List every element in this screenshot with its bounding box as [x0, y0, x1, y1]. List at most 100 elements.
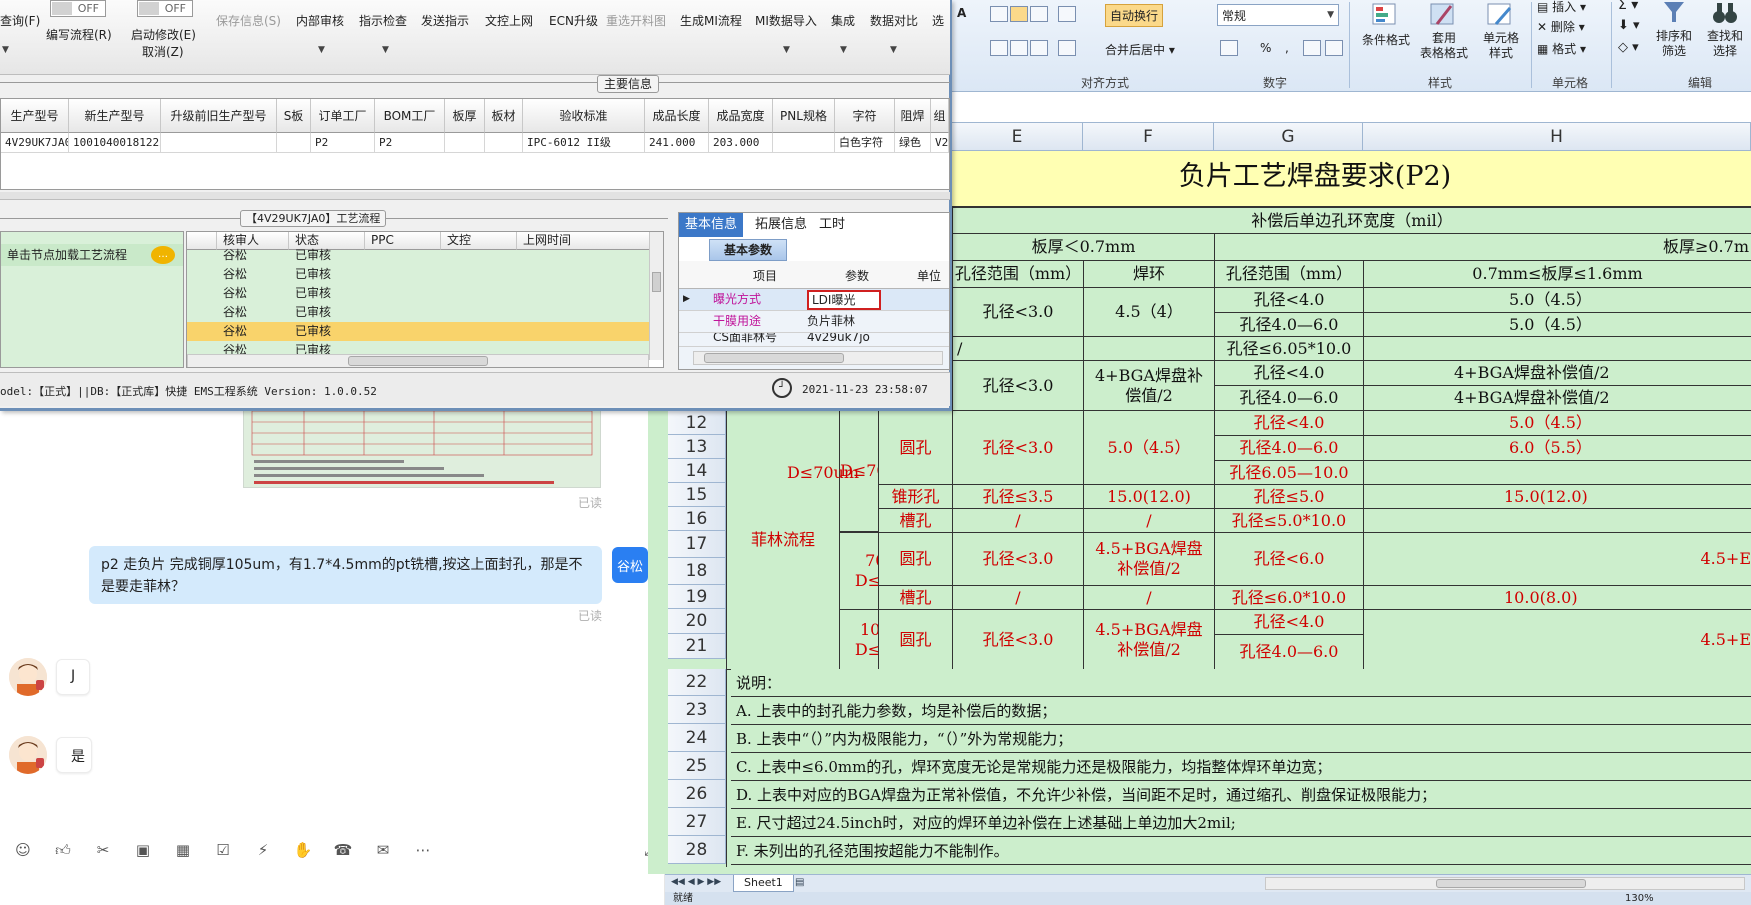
grid-cell[interactable]: 绿色: [895, 133, 931, 153]
cell-r1-h2[interactable]: 5.0（4.5）: [1363, 312, 1751, 337]
align-bottom-icon[interactable]: [1030, 6, 1048, 22]
comma-button[interactable]: ,: [1285, 41, 1289, 55]
row-header-18[interactable]: 18: [668, 558, 726, 585]
table-format-button[interactable]: 套用 表格格式: [1415, 2, 1473, 68]
increase-decimal-icon[interactable]: [1303, 40, 1321, 56]
grid-cell[interactable]: [161, 133, 277, 153]
cell-c-h[interactable]: 4.5+E: [1363, 609, 1751, 670]
grid-cell[interactable]: [445, 133, 485, 153]
grid-cell[interactable]: P2: [375, 133, 445, 153]
cell-bs-f[interactable]: /: [1083, 585, 1215, 610]
cell-r3-e[interactable]: 孔径<3.0: [952, 360, 1084, 411]
cell-slot-h[interactable]: [1363, 336, 1751, 361]
grid-header[interactable]: 生产型号: [1, 99, 69, 133]
cell-thick-range[interactable]: 0.7mm≤板厚≤1.6mm: [1363, 260, 1751, 288]
cell-a-e[interactable]: 孔径<3.0: [952, 410, 1084, 485]
insert-button[interactable]: ▤ 插入 ▾: [1537, 0, 1586, 15]
cell-a-g2[interactable]: 孔径4.0—6.0: [1214, 435, 1364, 461]
flow-hscroll-thumb[interactable]: [348, 356, 488, 366]
cell-a-g3[interactable]: 孔径6.05—10.0: [1214, 460, 1364, 485]
grid-header[interactable]: 成品长度: [645, 99, 709, 133]
splitter[interactable]: [0, 192, 950, 200]
cell-t-g[interactable]: 孔径≤5.0: [1214, 484, 1364, 509]
wrap-text-button[interactable]: 自动换行: [1105, 4, 1164, 27]
grid-header[interactable]: 成品宽度: [709, 99, 773, 133]
cell-s-e[interactable]: /: [952, 508, 1084, 533]
row-header-20[interactable]: 20: [668, 609, 726, 634]
grid-header[interactable]: 验收标准: [523, 99, 645, 133]
delete-button[interactable]: ✕ 删除 ▾: [1537, 18, 1585, 35]
grid-header[interactable]: 板材: [485, 99, 523, 133]
row-header-22[interactable]: 22: [668, 669, 726, 696]
tab-work-hours[interactable]: 工时: [813, 213, 851, 237]
cell-r1-e[interactable]: 孔径<3.0: [952, 287, 1084, 337]
row-header-19[interactable]: 19: [668, 585, 726, 609]
clear-icon[interactable]: ◇ ▾: [1618, 40, 1639, 55]
cell-c-e[interactable]: 孔径<3.0: [952, 609, 1084, 670]
align-left-icon[interactable]: [990, 40, 1008, 56]
cell-s-g[interactable]: 孔径≤5.0*10.0: [1214, 508, 1364, 533]
param-row[interactable]: 干膜用途 负片菲林: [679, 311, 949, 333]
column-header-f[interactable]: F: [1083, 123, 1214, 151]
ecn-upgrade-button[interactable]: ECN升级: [549, 12, 598, 29]
row-header-27[interactable]: 27: [668, 808, 726, 836]
cell-t-h[interactable]: 15.0(12.0): [1363, 484, 1751, 509]
calendar-icon[interactable]: ▦: [173, 840, 193, 860]
param-header-value[interactable]: 参数: [845, 267, 869, 284]
reselect-drawing-button[interactable]: 重选开料图: [606, 12, 666, 29]
cell-b-h[interactable]: 4.5+E: [1363, 532, 1751, 586]
sum-icon[interactable]: Σ ▾: [1618, 0, 1638, 13]
save-info-button[interactable]: 保存信息(S): [216, 12, 281, 29]
grid-cell[interactable]: 4V29UK7JA0: [1, 133, 69, 153]
task-icon[interactable]: ☑: [213, 840, 233, 860]
tab-basic-info[interactable]: 基本信息: [679, 213, 744, 237]
grid-header[interactable]: 升级前旧生产型号: [161, 99, 277, 133]
tab-extended-info[interactable]: 拓展信息: [749, 213, 813, 237]
grid-cell[interactable]: [277, 133, 311, 153]
param-hscrollbar[interactable]: [693, 351, 943, 365]
cell-a-h1[interactable]: 5.0（4.5）: [1363, 410, 1751, 436]
row-header-28[interactable]: 28: [668, 836, 726, 864]
cell-r3-g1[interactable]: 孔径<4.0: [1214, 360, 1364, 386]
grid-header[interactable]: BOM工厂: [375, 99, 445, 133]
font-size-button[interactable]: A: [957, 6, 966, 20]
cell-b-e[interactable]: 孔径<3.0: [952, 532, 1084, 586]
row-header-12[interactable]: 12: [668, 411, 726, 435]
grid-header[interactable]: 组: [931, 99, 949, 133]
cell-film-flow[interactable]: 菲林流程: [726, 410, 840, 670]
note-a[interactable]: A. 上表中的封孔能力参数，均是补偿后的数据；: [731, 697, 1751, 725]
cell-hole-range-2[interactable]: 孔径范围（mm）: [1214, 260, 1364, 288]
percent-button[interactable]: %: [1260, 41, 1271, 55]
cell-a-f[interactable]: 5.0（4.5）: [1083, 410, 1215, 485]
folder-icon[interactable]: ▣: [133, 840, 153, 860]
cell-after-comp[interactable]: 补偿后单边孔环宽度（mil）: [952, 207, 1751, 234]
indent-icon[interactable]: [1058, 40, 1076, 56]
like-icon[interactable]: 👍︎: [53, 840, 73, 860]
note-header[interactable]: 说明：: [731, 669, 1751, 697]
align-top-icon[interactable]: [990, 6, 1008, 22]
grid-cell[interactable]: [773, 133, 835, 153]
contact-avatar[interactable]: [9, 658, 47, 696]
grid-header[interactable]: 阻焊: [895, 99, 931, 133]
column-header-h[interactable]: H: [1363, 123, 1751, 151]
row-header-17[interactable]: 17: [668, 531, 726, 558]
scissors-icon[interactable]: ✂: [93, 840, 113, 860]
cell-a-h3[interactable]: [1363, 460, 1751, 485]
row-header-23[interactable]: 23: [668, 696, 726, 724]
cell-bs-h[interactable]: 10.0(8.0): [1363, 585, 1751, 610]
cell-s-slot[interactable]: 槽孔: [878, 508, 953, 533]
cell-bs-g[interactable]: 孔径≤6.0*10.0: [1214, 585, 1364, 610]
cell-r3-h2[interactable]: 4+BGA焊盘补偿值/2: [1363, 385, 1751, 411]
param-row[interactable]: CS面菲林号 4v29uk7jo: [679, 333, 949, 347]
grid-header[interactable]: S板: [277, 99, 311, 133]
cancel-button[interactable]: 取消(Z): [142, 43, 184, 60]
toggle-start-modify[interactable]: OFF: [137, 0, 193, 17]
merge-center-button[interactable]: 合并后居中 ▾: [1105, 41, 1175, 58]
align-center-icon[interactable]: [1010, 40, 1028, 56]
select-more-button[interactable]: 选: [932, 12, 944, 29]
mi-import-button[interactable]: MI数据导入: [755, 12, 817, 29]
lightning-icon[interactable]: ⚡: [253, 840, 273, 860]
mail-icon[interactable]: ✉: [373, 840, 393, 860]
cell-thick-lt[interactable]: 板厚＜0.7mm: [952, 233, 1215, 261]
cell-thick-ge[interactable]: 板厚≥0.7m: [1214, 233, 1751, 261]
